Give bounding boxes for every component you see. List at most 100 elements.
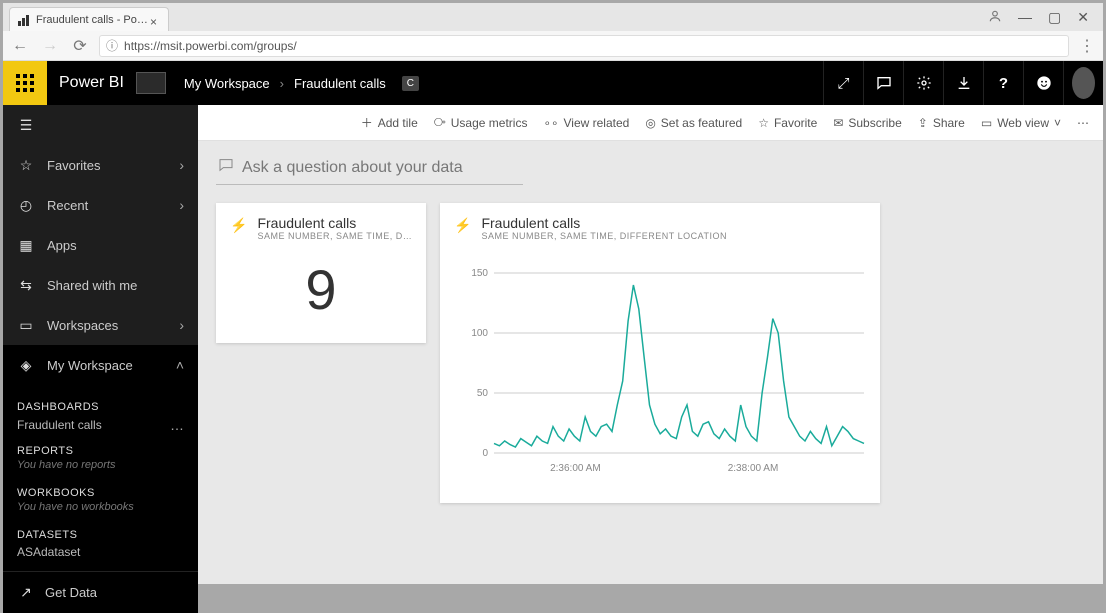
qna-input[interactable]: Ask a question about your data — [216, 155, 523, 185]
chevron-down-icon: ˅ — [1054, 116, 1061, 130]
line-chart: 0501001502:36:00 AM2:38:00 AM — [454, 251, 866, 481]
star-icon: ☆ — [17, 157, 35, 174]
section-workbooks: WORKBOOKS — [17, 487, 184, 499]
workspace-thumb — [136, 72, 166, 94]
sidebar-label: Apps — [47, 238, 77, 253]
forward-icon[interactable]: → — [39, 37, 61, 55]
tile-title: Fraudulent calls — [481, 215, 727, 231]
workbooks-empty: You have no workbooks — [17, 499, 184, 521]
usage-metrics-button[interactable]: ⧂Usage metrics — [434, 115, 528, 130]
get-data-label: Get Data — [45, 585, 97, 600]
clock-icon: ◴ — [17, 197, 35, 214]
target-icon: ◎ — [645, 116, 655, 130]
dataset-item[interactable]: ASAdataset — [17, 541, 184, 563]
breadcrumb-workspace[interactable]: My Workspace — [184, 76, 270, 91]
fullscreen-icon[interactable]: ⤢ — [823, 61, 863, 105]
shared-icon: ⇆ — [17, 277, 35, 294]
maximize-icon[interactable]: ▢ — [1048, 9, 1061, 26]
workspace-contents: DASHBOARDS Fraudulent calls … REPORTS Yo… — [3, 385, 198, 571]
download-icon[interactable] — [943, 61, 983, 105]
back-icon[interactable]: ← — [9, 37, 31, 55]
web-view-button[interactable]: ▭Web view ˅ — [981, 116, 1061, 130]
smile-icon[interactable] — [1023, 61, 1063, 105]
workspaces-icon: ▭ — [17, 317, 35, 334]
settings-icon[interactable] — [903, 61, 943, 105]
account-icon[interactable] — [988, 9, 1002, 26]
tab-title: Fraudulent calls - Power — [36, 14, 150, 26]
avatar[interactable] — [1072, 67, 1095, 99]
svg-text:150: 150 — [471, 268, 488, 279]
svg-text:2:36:00 AM: 2:36:00 AM — [550, 463, 601, 474]
chevron-up-icon: ˄ — [176, 357, 184, 373]
breadcrumb: My Workspace › Fraudulent calls C — [136, 72, 419, 94]
svg-text:50: 50 — [477, 388, 489, 399]
dashboard-item[interactable]: Fraudulent calls … — [17, 413, 184, 437]
window-controls: — ▢ ✕ — [974, 3, 1103, 31]
add-tile-button[interactable]: ＋Add tile — [361, 114, 418, 131]
sidebar-item-recent[interactable]: ◴ Recent › — [3, 185, 198, 225]
section-dashboards: DASHBOARDS — [17, 401, 184, 413]
apps-icon: ▦ — [17, 237, 35, 254]
workspace-icon: ◈ — [17, 357, 35, 374]
mail-icon: ✉ — [833, 116, 843, 130]
chart-icon: ⧂ — [434, 115, 446, 130]
hamburger-button[interactable]: ☰ — [3, 105, 198, 145]
sidebar-item-favorites[interactable]: ☆ Favorites › — [3, 145, 198, 185]
tile-chart[interactable]: ⚡ Fraudulent calls SAME NUMBER, SAME TIM… — [440, 203, 880, 503]
qna-placeholder: Ask a question about your data — [242, 159, 463, 177]
sidebar-item-apps[interactable]: ▦ Apps — [3, 225, 198, 265]
chat-icon — [218, 157, 234, 178]
sidebar-label: Shared with me — [47, 278, 137, 293]
help-icon[interactable]: ? — [983, 61, 1023, 105]
plus-icon: ＋ — [361, 114, 373, 131]
share-icon: ⇪ — [918, 116, 928, 130]
more-icon[interactable]: … — [170, 417, 184, 433]
bolt-icon: ⚡ — [454, 217, 471, 241]
set-featured-button[interactable]: ◎Set as featured — [645, 116, 742, 130]
view-related-button[interactable]: ∘∘View related — [543, 116, 629, 130]
tile-subtitle: SAME NUMBER, SAME TIME, DIFFERENT LOCATI… — [481, 231, 727, 241]
chart-svg: 0501001502:36:00 AM2:38:00 AM — [454, 251, 874, 481]
dashboard-toolbar: ＋Add tile ⧂Usage metrics ∘∘View related … — [198, 105, 1103, 141]
section-datasets: DATASETS — [17, 529, 184, 541]
main-content: ＋Add tile ⧂Usage metrics ∘∘View related … — [198, 105, 1103, 584]
sidebar-item-workspaces[interactable]: ▭ Workspaces › — [3, 305, 198, 345]
section-reports: REPORTS — [17, 445, 184, 457]
share-button[interactable]: ⇪Share — [918, 116, 965, 130]
sidebar-label: Favorites — [47, 158, 100, 173]
sidebar-label: Workspaces — [47, 318, 118, 333]
site-info-icon[interactable]: ⓘ — [106, 37, 118, 54]
url-text: https://msit.powerbi.com/groups/ — [124, 39, 297, 53]
more-icon: ⋯ — [1077, 116, 1089, 130]
close-window-icon[interactable]: ✕ — [1077, 9, 1089, 26]
chevron-right-icon: › — [179, 197, 184, 213]
get-data-button[interactable]: ↗ Get Data — [3, 571, 198, 613]
sidebar-label: Recent — [47, 198, 88, 213]
favorite-button[interactable]: ☆Favorite — [758, 116, 817, 130]
browser-menu-icon[interactable]: ⋮ — [1077, 36, 1097, 56]
monitor-icon: ▭ — [981, 116, 992, 130]
url-input[interactable]: ⓘ https://msit.powerbi.com/groups/ — [99, 35, 1069, 57]
subscribe-button[interactable]: ✉Subscribe — [833, 116, 901, 130]
browser-tab[interactable]: Fraudulent calls - Power × — [9, 7, 169, 31]
reload-icon[interactable]: ⟳ — [69, 36, 91, 56]
powerbi-favicon — [18, 14, 30, 26]
hamburger-icon: ☰ — [17, 117, 35, 134]
chevron-right-icon: › — [179, 317, 184, 333]
sidebar-label: My Workspace — [47, 358, 133, 373]
classification-badge: C — [402, 76, 419, 91]
sidebar-item-shared[interactable]: ⇆ Shared with me — [3, 265, 198, 305]
more-options-button[interactable]: ⋯ — [1077, 116, 1089, 130]
tile-kpi[interactable]: ⚡ Fraudulent calls SAME NUMBER, SAME TIM… — [216, 203, 426, 343]
feedback-icon[interactable] — [863, 61, 903, 105]
app-launcher-icon[interactable] — [3, 61, 47, 105]
sidebar: ☰ ☆ Favorites › ◴ Recent › ▦ Apps ⇆ S — [3, 105, 198, 584]
bolt-icon: ⚡ — [230, 217, 247, 241]
chevron-right-icon: › — [179, 157, 184, 173]
svg-text:0: 0 — [482, 448, 488, 459]
minimize-icon[interactable]: — — [1018, 9, 1032, 25]
sidebar-item-myworkspace[interactable]: ◈ My Workspace ˄ — [3, 345, 198, 385]
chevron-right-icon: › — [280, 76, 284, 91]
breadcrumb-dashboard[interactable]: Fraudulent calls — [294, 76, 386, 91]
close-tab-icon[interactable]: × — [150, 15, 160, 25]
